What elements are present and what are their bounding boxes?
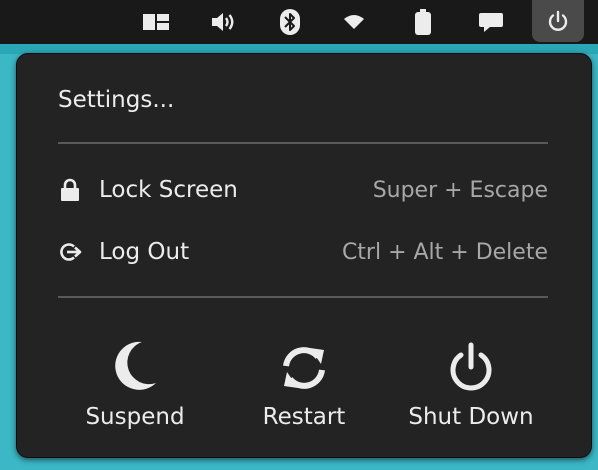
battery-icon bbox=[415, 9, 431, 35]
restart-icon bbox=[276, 332, 332, 392]
settings-menu-item[interactable]: Settings... bbox=[58, 74, 548, 126]
power-icon bbox=[548, 10, 568, 31]
logout-icon bbox=[57, 239, 83, 265]
log-out-label: Log Out bbox=[99, 239, 190, 265]
workspaces-indicator[interactable] bbox=[137, 0, 175, 44]
wifi-icon bbox=[344, 15, 364, 29]
lock-screen-shortcut: Super + Escape bbox=[372, 177, 548, 203]
lock-screen-menu-item[interactable]: Lock Screen Super + Escape bbox=[58, 164, 548, 216]
system-menu-popover: Settings... Lock Screen Super + Escape L… bbox=[16, 53, 592, 458]
menu-separator bbox=[58, 142, 548, 144]
notifications-icon bbox=[479, 13, 503, 32]
bluetooth-indicator[interactable] bbox=[272, 0, 308, 44]
bluetooth-icon bbox=[280, 9, 300, 35]
lock-screen-label: Lock Screen bbox=[99, 177, 238, 203]
restart-label: Restart bbox=[262, 404, 346, 430]
notifications-indicator[interactable] bbox=[472, 0, 510, 44]
suspend-label: Suspend bbox=[85, 404, 185, 430]
workspaces-icon bbox=[143, 14, 169, 30]
shut-down-button[interactable]: Shut Down bbox=[386, 332, 556, 432]
settings-label: Settings... bbox=[58, 87, 175, 113]
restart-button[interactable]: Restart bbox=[219, 332, 389, 432]
battery-indicator[interactable] bbox=[405, 0, 441, 44]
power-indicator[interactable] bbox=[532, 0, 584, 42]
volume-icon bbox=[212, 13, 234, 31]
top-panel bbox=[0, 0, 598, 44]
log-out-shortcut: Ctrl + Alt + Delete bbox=[341, 239, 548, 265]
wifi-indicator[interactable] bbox=[336, 0, 372, 44]
lock-icon bbox=[57, 177, 83, 203]
moon-icon bbox=[112, 332, 158, 392]
menu-separator bbox=[58, 296, 548, 298]
shut-down-label: Shut Down bbox=[408, 404, 534, 430]
suspend-button[interactable]: Suspend bbox=[50, 332, 220, 432]
log-out-menu-item[interactable]: Log Out Ctrl + Alt + Delete bbox=[58, 226, 548, 278]
volume-indicator[interactable] bbox=[204, 0, 242, 44]
power-icon bbox=[447, 332, 495, 392]
